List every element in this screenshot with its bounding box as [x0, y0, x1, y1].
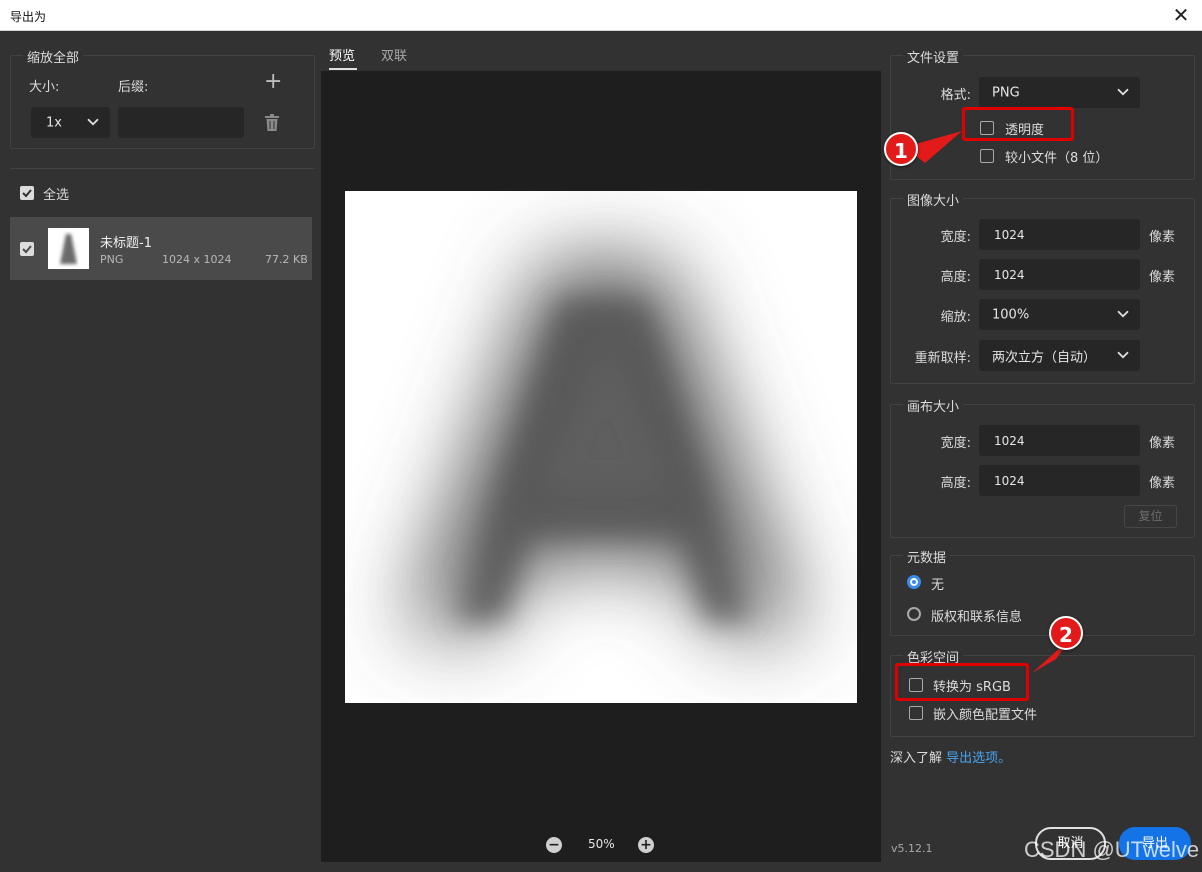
chevron-down-icon [1117, 310, 1129, 317]
metadata-none-label: 无 [931, 578, 945, 593]
scale-all-legend: 缩放全部 [23, 47, 84, 66]
canvas-height-input[interactable]: 1024 [979, 465, 1140, 496]
format-label: 格式: [940, 88, 971, 103]
select-all-label: 全选 [43, 188, 70, 203]
chevron-down-icon [1117, 351, 1129, 358]
format-select-value: PNG [992, 85, 1020, 100]
window-title: 导出为 [10, 10, 47, 24]
canvas-size-legend: 画布大小 [903, 396, 964, 415]
trash-icon[interactable] [264, 114, 280, 132]
size-select[interactable]: 1x [31, 107, 110, 138]
export-as-dialog: 缩放全部 大小: 后缀: + 1x 全选 未标题-1 PNG 1024 x 10… [0, 31, 1202, 872]
learn-more: 深入了解 导出选项。 [890, 747, 1011, 766]
watermark-text: CSDN @UTwelve [1024, 837, 1200, 862]
add-scale-icon[interactable]: + [264, 71, 282, 93]
asset-checkbox[interactable] [20, 242, 34, 256]
image-size-legend: 图像大小 [903, 190, 964, 209]
canvas-size-group: 画布大小 宽度: 1024 像素 高度: 1024 像素 复位 [890, 396, 1195, 538]
left-panel: 缩放全部 大小: 后缀: + 1x 全选 未标题-1 PNG 1024 x 10… [0, 31, 320, 872]
chevron-down-icon [1117, 88, 1129, 95]
embed-profile-label: 嵌入颜色配置文件 [933, 708, 1038, 723]
annotation-badge-2: 2 [1049, 616, 1083, 650]
suffix-input[interactable] [118, 107, 244, 138]
canvas-width-input[interactable]: 1024 [979, 425, 1140, 456]
embed-profile-checkbox[interactable] [909, 706, 923, 720]
canvas-width-unit: 像素 [1149, 436, 1176, 451]
close-icon[interactable]: ✕ [1168, 2, 1194, 28]
active-tab-indicator [329, 68, 357, 70]
metadata-copyright-radio[interactable] [907, 607, 921, 621]
image-width-input[interactable]: 1024 [979, 219, 1140, 250]
checkmark-icon [22, 189, 32, 198]
metadata-copyright-label: 版权和联系信息 [931, 610, 1023, 625]
asset-row[interactable]: 未标题-1 PNG 1024 x 1024 77.2 KB [10, 217, 312, 280]
asset-list: 全选 未标题-1 PNG 1024 x 1024 77.2 KB [10, 168, 315, 863]
asset-format: PNG [100, 253, 124, 266]
format-select[interactable]: PNG [979, 77, 1140, 108]
checkmark-icon [22, 245, 32, 254]
smaller-file-checkbox[interactable] [980, 149, 994, 163]
metadata-none-radio[interactable] [907, 575, 921, 589]
smaller-file-label: 较小文件（8 位） [1005, 151, 1109, 166]
asset-dimensions: 1024 x 1024 [162, 253, 232, 266]
asset-thumbnail [48, 228, 89, 269]
export-options-link[interactable]: 导出选项。 [946, 751, 1011, 766]
canvas-height-unit: 像素 [1149, 476, 1176, 491]
metadata-legend: 元数据 [903, 547, 951, 566]
tab-preview[interactable]: 预览 [329, 45, 355, 64]
reset-button[interactable]: 复位 [1124, 505, 1177, 528]
version-label: v5.12.1 [891, 842, 933, 855]
chevron-down-icon [87, 118, 99, 125]
resample-select[interactable]: 两次立方（自动） [979, 340, 1140, 371]
zoom-out-icon[interactable]: − [546, 837, 562, 853]
letter-a-image [405, 261, 805, 631]
learn-more-prefix: 深入了解 [890, 751, 943, 766]
image-width-unit: 像素 [1149, 230, 1176, 245]
canvas-height-value: 1024 [994, 473, 1025, 488]
asset-name: 未标题-1 [100, 236, 152, 251]
image-height-label: 高度: [940, 270, 971, 285]
size-select-value: 1x [46, 115, 62, 130]
annotation-highlight-srgb [895, 663, 1029, 701]
annotation-badge-1: 1 [884, 132, 918, 166]
scale-select-value: 100% [992, 307, 1030, 322]
canvas-height-label: 高度: [940, 476, 971, 491]
scale-label: 缩放: [940, 310, 971, 325]
preview-canvas[interactable]: − 50% + [321, 71, 881, 862]
file-settings-legend: 文件设置 [903, 47, 964, 66]
image-width-label: 宽度: [940, 230, 971, 245]
scale-all-group: 缩放全部 大小: 后缀: + 1x [10, 47, 315, 149]
size-label: 大小: [29, 80, 60, 95]
image-height-unit: 像素 [1149, 270, 1176, 285]
canvas-width-label: 宽度: [940, 436, 971, 451]
annotation-highlight-transparency [962, 107, 1074, 141]
suffix-label: 后缀: [118, 80, 149, 95]
preview-panel: 预览 双联 − 50% + [320, 31, 882, 872]
metadata-group: 元数据 无 版权和联系信息 [890, 547, 1195, 636]
tab-2up[interactable]: 双联 [381, 45, 407, 64]
asset-filesize: 77.2 KB [265, 253, 308, 266]
resample-label: 重新取样: [914, 351, 971, 366]
image-height-value: 1024 [994, 267, 1025, 282]
title-bar: 导出为 ✕ [0, 0, 1202, 31]
image-height-input[interactable]: 1024 [979, 259, 1140, 290]
image-size-group: 图像大小 宽度: 1024 像素 高度: 1024 像素 缩放: 100% 重新… [890, 190, 1195, 384]
image-width-value: 1024 [994, 227, 1025, 242]
zoom-level: 50% [588, 837, 615, 851]
scale-select[interactable]: 100% [979, 299, 1140, 330]
resample-select-value: 两次立方（自动） [992, 350, 1097, 365]
canvas-width-value: 1024 [994, 433, 1025, 448]
select-all-checkbox[interactable] [20, 186, 34, 200]
preview-image [345, 191, 857, 703]
zoom-in-icon[interactable]: + [638, 837, 654, 853]
